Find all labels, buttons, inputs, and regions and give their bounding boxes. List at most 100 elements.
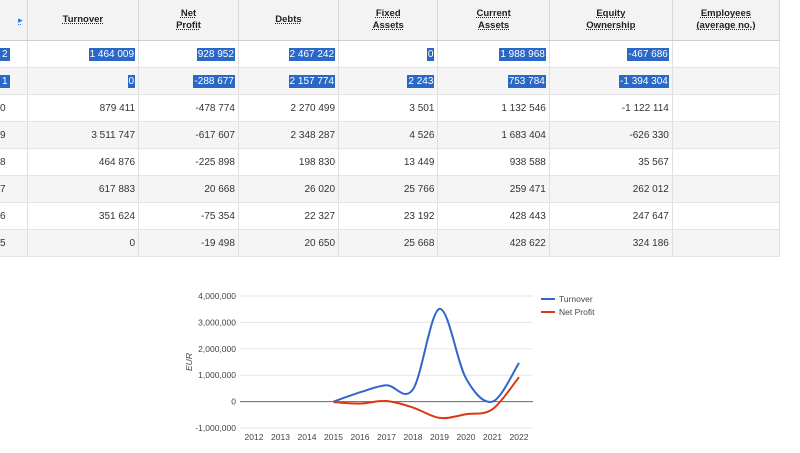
column-header-fixed-assets[interactable]: Fixed Assets	[338, 0, 439, 41]
cell-equity[interactable]: -1 122 114	[549, 94, 673, 122]
cell-equity[interactable]: -1 394 304	[549, 67, 673, 95]
table-row[interactable]: 8 464 876 -225 898 198 830 13 449 938 588 35 5…	[0, 148, 781, 176]
column-header-label: Assets	[372, 20, 404, 31]
legend-label: Net Profit	[559, 307, 595, 317]
cell-turnover[interactable]: 3 511 747	[27, 121, 140, 149]
cell-equity[interactable]: -467 686	[549, 40, 673, 68]
cell-net-profit[interactable]: 20 668	[138, 175, 239, 203]
cell-turnover[interactable]: 617 883	[27, 175, 140, 203]
cell-value: 3 501	[409, 102, 435, 114]
cell-employees[interactable]	[672, 94, 781, 122]
cell-net-profit[interactable]: -19 498	[138, 229, 239, 257]
cell-net-profit[interactable]: -225 898	[138, 148, 239, 176]
cell-fixed-assets[interactable]: 25 766	[338, 175, 439, 203]
column-header-equity[interactable]: Equity Ownership	[549, 0, 673, 41]
cell-year[interactable]: 0	[0, 94, 28, 122]
column-header-turnover[interactable]: Turnover	[27, 0, 140, 41]
cell-debts[interactable]: 2 467 242	[238, 40, 340, 68]
cell-year[interactable]: 1	[0, 67, 28, 95]
cell-current-assets[interactable]: 753 784	[437, 67, 550, 95]
cell-year[interactable]: 2	[0, 40, 28, 68]
cell-year[interactable]: 9	[0, 121, 28, 149]
table-row[interactable]: 2 1 464 009 928 952 2 467 242 0 1 988 968 -467…	[0, 40, 781, 68]
table-row[interactable]: 5 0 -19 498 20 650 25 668 428 622 324 186	[0, 229, 781, 257]
column-header-employees[interactable]: Employees (average no.)	[672, 0, 781, 41]
cell-equity[interactable]: 324 186	[549, 229, 673, 257]
cell-employees[interactable]	[672, 67, 781, 95]
cell-employees[interactable]	[672, 148, 781, 176]
column-header-current-assets[interactable]: Current Assets	[437, 0, 550, 41]
cell-fixed-assets[interactable]: 25 668	[338, 229, 439, 257]
cell-debts[interactable]: 20 650	[238, 229, 340, 257]
cell-current-assets[interactable]: 428 443	[437, 202, 550, 230]
column-header-year[interactable]: ▸	[0, 0, 28, 41]
cell-value: -1 122 114	[621, 102, 669, 114]
cell-fixed-assets[interactable]: 13 449	[338, 148, 439, 176]
sort-indicator-icon[interactable]: ▸	[18, 15, 23, 25]
cell-value: 20 668	[204, 183, 235, 195]
cell-current-assets[interactable]: 1 988 968	[437, 40, 550, 68]
cell-fixed-assets[interactable]: 23 192	[338, 202, 439, 230]
cell-employees[interactable]	[672, 121, 781, 149]
cell-net-profit[interactable]: 928 952	[138, 40, 239, 68]
cell-turnover[interactable]: 879 411	[27, 94, 140, 122]
cell-net-profit[interactable]: -478 774	[138, 94, 239, 122]
cell-turnover[interactable]: 1 464 009	[27, 40, 140, 68]
table-row[interactable]: 9 3 511 747 -617 607 2 348 287 4 526 1 683 40…	[0, 121, 781, 149]
table-row[interactable]: 1 0 -288 677 2 157 774 2 243 753 784 -1 394 30…	[0, 67, 781, 95]
cell-debts[interactable]: 198 830	[238, 148, 340, 176]
cell-net-profit[interactable]: -617 607	[138, 121, 239, 149]
cell-debts[interactable]: 2 270 499	[238, 94, 340, 122]
y-tick-label: -1,000,000	[195, 423, 236, 433]
table-row[interactable]: 6 351 624 -75 354 22 327 23 192 428 443 247 64…	[0, 202, 781, 230]
cell-equity[interactable]: 262 012	[549, 175, 673, 203]
cell-current-assets[interactable]: 259 471	[437, 175, 550, 203]
cell-debts[interactable]: 2 157 774	[238, 67, 340, 95]
cell-year[interactable]: 6	[0, 202, 28, 230]
cell-debts[interactable]: 22 327	[238, 202, 340, 230]
cell-value: 464 876	[98, 156, 136, 168]
cell-equity[interactable]: 35 567	[549, 148, 673, 176]
cell-fixed-assets[interactable]: 3 501	[338, 94, 439, 122]
x-tick-label: 2017	[377, 432, 396, 442]
cell-current-assets[interactable]: 1 132 546	[437, 94, 550, 122]
cell-net-profit[interactable]: -75 354	[138, 202, 239, 230]
cell-turnover[interactable]: 464 876	[27, 148, 140, 176]
cell-value: -19 498	[200, 237, 235, 249]
cell-year[interactable]: 8	[0, 148, 28, 176]
cell-employees[interactable]	[672, 202, 781, 230]
cell-value: 2 348 287	[290, 129, 336, 141]
column-header-label: Ownership	[586, 20, 636, 31]
x-tick-label: 2014	[298, 432, 317, 442]
cell-equity[interactable]: 247 647	[549, 202, 673, 230]
cell-value: 9	[0, 129, 6, 141]
cell-equity[interactable]: -626 330	[549, 121, 673, 149]
table-row[interactable]: 0 879 411 -478 774 2 270 499 3 501 1 132 546 -…	[0, 94, 781, 122]
cell-fixed-assets[interactable]: 0	[338, 40, 439, 68]
cell-debts[interactable]: 2 348 287	[238, 121, 340, 149]
cell-turnover[interactable]: 0	[27, 67, 140, 95]
cell-employees[interactable]	[672, 40, 781, 68]
cell-current-assets[interactable]: 428 622	[437, 229, 550, 257]
x-tick-label: 2012	[245, 432, 264, 442]
column-header-label: Fixed	[375, 8, 401, 19]
cell-current-assets[interactable]: 938 588	[437, 148, 550, 176]
cell-fixed-assets[interactable]: 4 526	[338, 121, 439, 149]
column-header-debts[interactable]: Debts	[238, 0, 340, 41]
cell-turnover[interactable]: 351 624	[27, 202, 140, 230]
cell-net-profit[interactable]: -288 677	[138, 67, 239, 95]
cell-value: 0	[426, 47, 435, 61]
cell-current-assets[interactable]: 1 683 404	[437, 121, 550, 149]
table-header-row: ▸ Turnover Net Profit Debts Fixed Assets Curren…	[0, 0, 781, 41]
column-header-net-profit[interactable]: Net Profit	[138, 0, 239, 41]
cell-fixed-assets[interactable]: 2 243	[338, 67, 439, 95]
cell-debts[interactable]: 26 020	[238, 175, 340, 203]
cell-year[interactable]: 5	[0, 229, 28, 257]
cell-year[interactable]: 7	[0, 175, 28, 203]
cell-value: -225 898	[195, 156, 235, 168]
cell-employees[interactable]	[672, 229, 781, 257]
x-tick-label: 2021	[483, 432, 502, 442]
cell-employees[interactable]	[672, 175, 781, 203]
cell-turnover[interactable]: 0	[27, 229, 140, 257]
table-row[interactable]: 7 617 883 20 668 26 020 25 766 259 471 262 012	[0, 175, 781, 203]
